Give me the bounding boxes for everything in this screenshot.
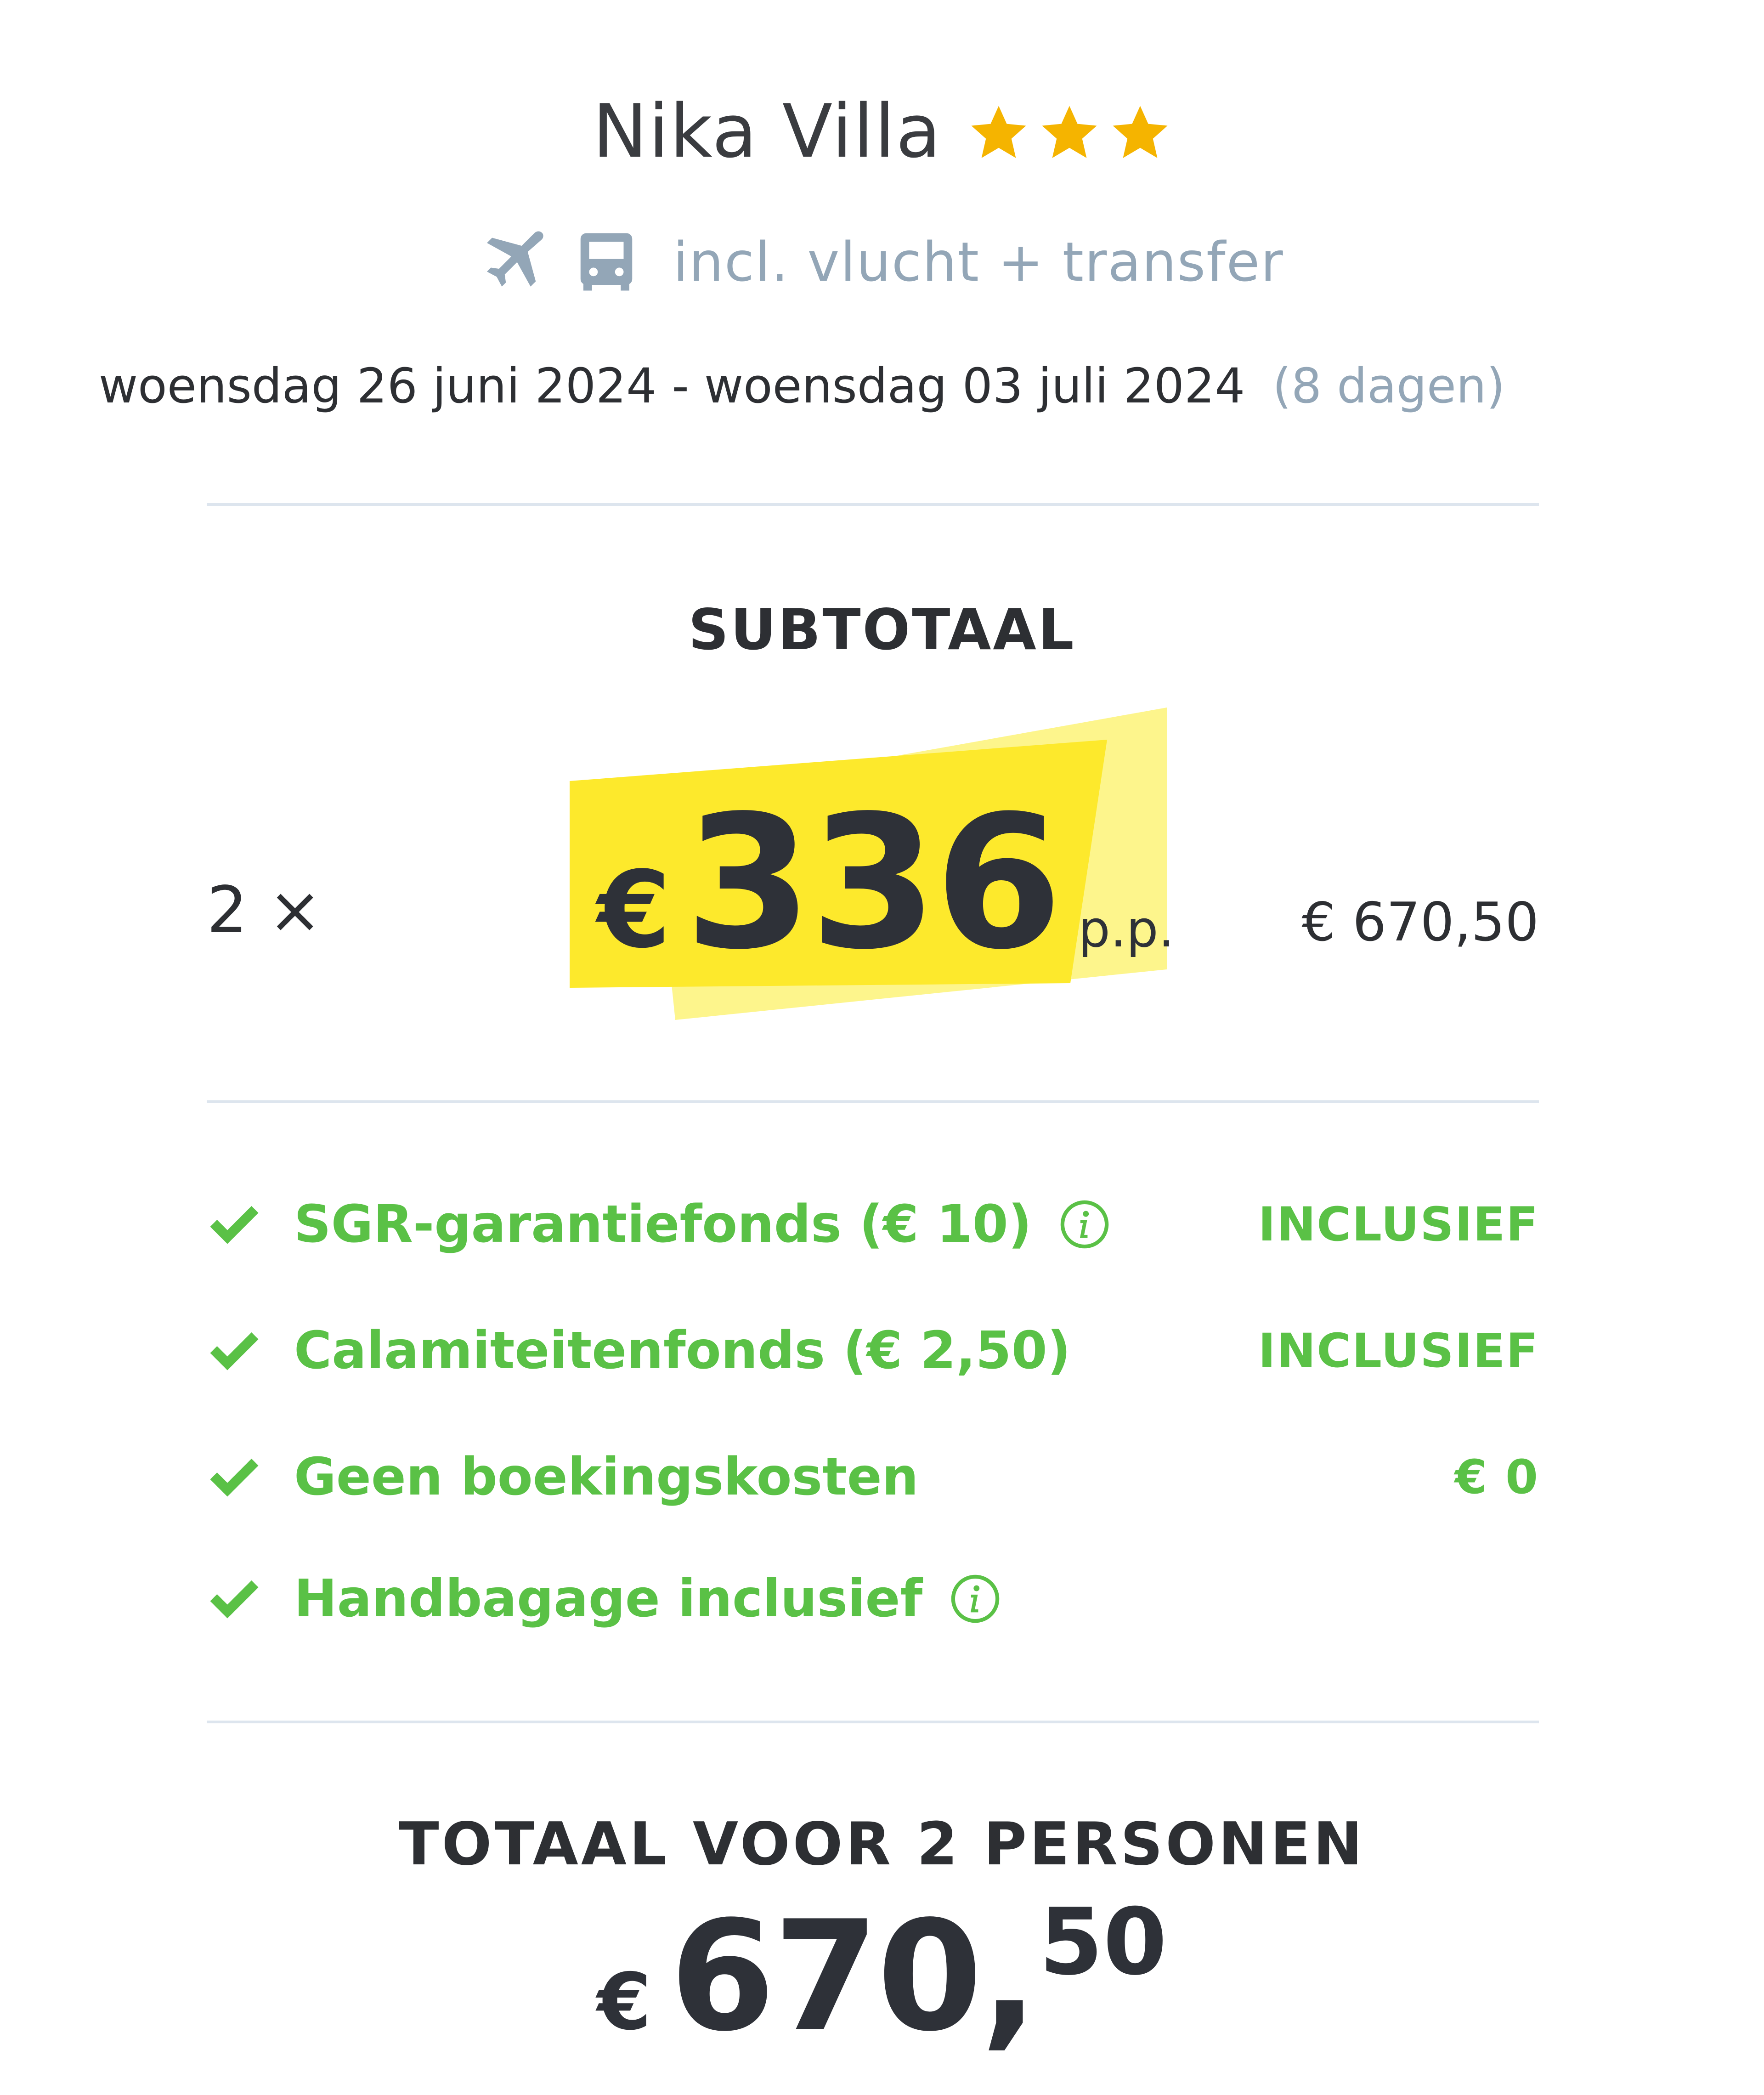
- feature-calamiteitenfonds: Calamiteitenfonds (€ 2,50) INCLUSIEF: [207, 1305, 1539, 1397]
- hotel-header: Nika Villa: [0, 78, 1764, 184]
- total-decimals: 50: [1039, 1889, 1167, 1996]
- feature-label: Calamiteitenfonds (€ 2,50): [294, 1321, 1071, 1381]
- check-icon: [210, 1332, 259, 1370]
- feature-label: Handbagage inclusief: [294, 1569, 923, 1629]
- trip-dates: woensdag 26 juni 2024 - woensdag 03 juli…: [99, 358, 1245, 414]
- info-icon[interactable]: [1059, 1199, 1110, 1250]
- star-icon: [1113, 106, 1168, 158]
- includes-row: incl. vlucht + transfer: [0, 221, 1764, 303]
- check-icon: [210, 1459, 259, 1497]
- hotel-name: Nika Villa: [592, 88, 942, 174]
- star-icon: [1042, 106, 1097, 158]
- includes-text: incl. vlucht + transfer: [673, 230, 1284, 294]
- price-currency: €: [597, 849, 671, 972]
- subtotal-total: € 670,50: [1301, 891, 1539, 953]
- total-currency: €: [597, 1957, 651, 2048]
- divider: [207, 1100, 1539, 1103]
- bus-icon: [581, 233, 633, 291]
- star-rating: [967, 102, 1171, 164]
- total-heading: TOTAAL VOOR 2 PERSONEN: [399, 1810, 1365, 1879]
- feature-status: INCLUSIEF: [1258, 1197, 1539, 1252]
- divider: [207, 503, 1539, 506]
- check-icon: [210, 1580, 259, 1619]
- price-amount: 336: [684, 776, 1063, 990]
- feature-sgr: SGR-garantiefonds (€ 10) INCLUSIEF: [207, 1178, 1539, 1270]
- per-person-label: p.p.: [1078, 900, 1175, 958]
- feature-label: SGR-garantiefonds (€ 10): [294, 1195, 1032, 1254]
- price-per-person: € 336 p.p.: [597, 776, 1175, 990]
- trip-dates-row: woensdag 26 juni 2024 - woensdag 03 juli…: [99, 347, 1505, 425]
- total-price: € 670, 50: [0, 1888, 1764, 2065]
- plane-icon: [487, 231, 543, 287]
- subtotal-heading: SUBTOTAAL: [688, 597, 1076, 662]
- star-icon: [971, 106, 1026, 158]
- feature-status: € 0: [1454, 1450, 1539, 1505]
- trip-duration: (8 dagen): [1272, 358, 1505, 414]
- divider: [207, 1721, 1539, 1723]
- info-icon[interactable]: [950, 1574, 1001, 1624]
- feature-boekingskosten: Geen boekingskosten € 0: [207, 1431, 1539, 1523]
- feature-label: Geen boekingskosten: [294, 1447, 919, 1507]
- total-amount: 670,: [669, 1888, 1038, 2065]
- persons-count: 2 ×: [207, 873, 322, 948]
- feature-status: INCLUSIEF: [1258, 1323, 1539, 1378]
- feature-handbagage: Handbagage inclusief: [207, 1553, 1539, 1645]
- check-icon: [210, 1206, 259, 1244]
